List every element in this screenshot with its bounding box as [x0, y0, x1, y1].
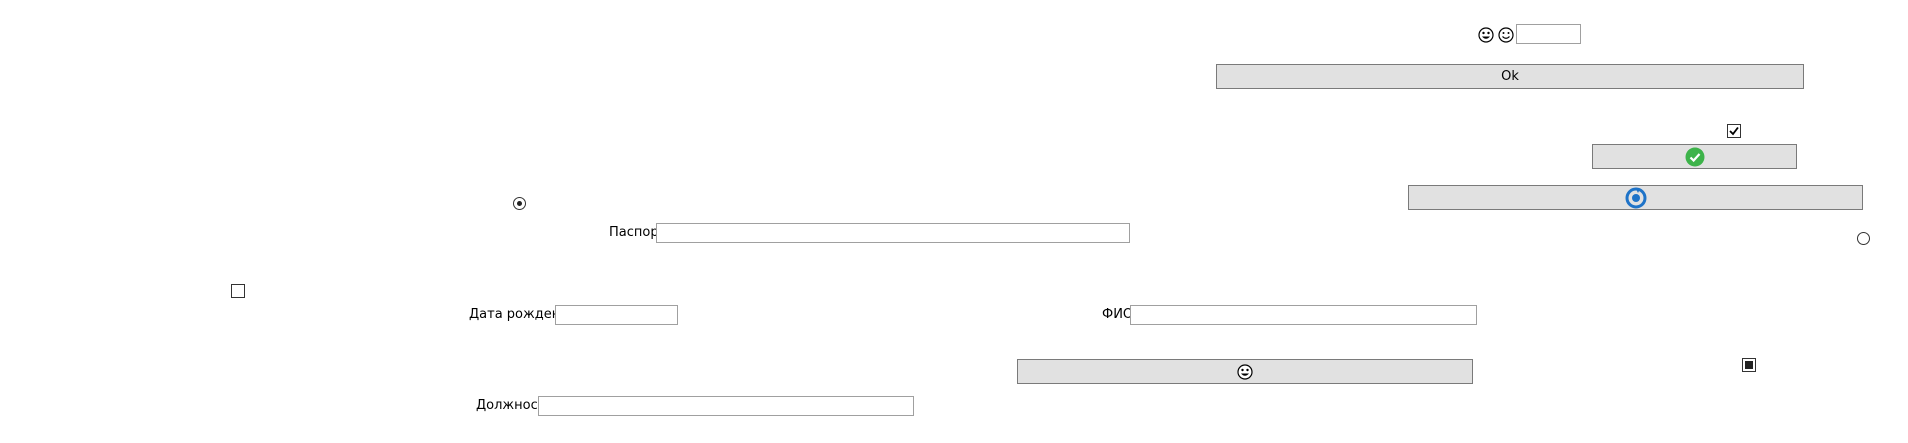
passport-input[interactable]	[656, 223, 1130, 243]
radio-dot	[517, 201, 522, 206]
emoji-button[interactable]	[1017, 359, 1473, 384]
indeterminate-checkbox[interactable]	[1742, 358, 1756, 372]
ok-button-label: Ok	[1501, 69, 1519, 84]
ok-button[interactable]: Ok	[1216, 64, 1804, 89]
selected-radio[interactable]	[513, 197, 526, 210]
checked-checkbox[interactable]	[1727, 124, 1741, 138]
grinning-face-icon	[1237, 363, 1253, 380]
full-name-input[interactable]	[1130, 305, 1477, 325]
indeterminate-mark	[1745, 361, 1753, 369]
refresh-button[interactable]	[1408, 185, 1863, 210]
grinning-face-icon	[1478, 27, 1494, 43]
position-input[interactable]	[538, 396, 914, 416]
unselected-radio[interactable]	[1857, 232, 1870, 245]
blue-refresh-icon	[1625, 187, 1646, 208]
green-check-circle-icon	[1685, 147, 1704, 166]
smiling-face-icon	[1498, 27, 1514, 43]
unchecked-checkbox[interactable]	[231, 284, 245, 298]
checkmark-icon	[1729, 126, 1739, 136]
birth-date-input[interactable]	[555, 305, 678, 325]
confirm-button[interactable]	[1592, 144, 1797, 169]
top-small-input[interactable]	[1516, 24, 1581, 44]
full-name-label: ФИО	[1102, 307, 1134, 322]
